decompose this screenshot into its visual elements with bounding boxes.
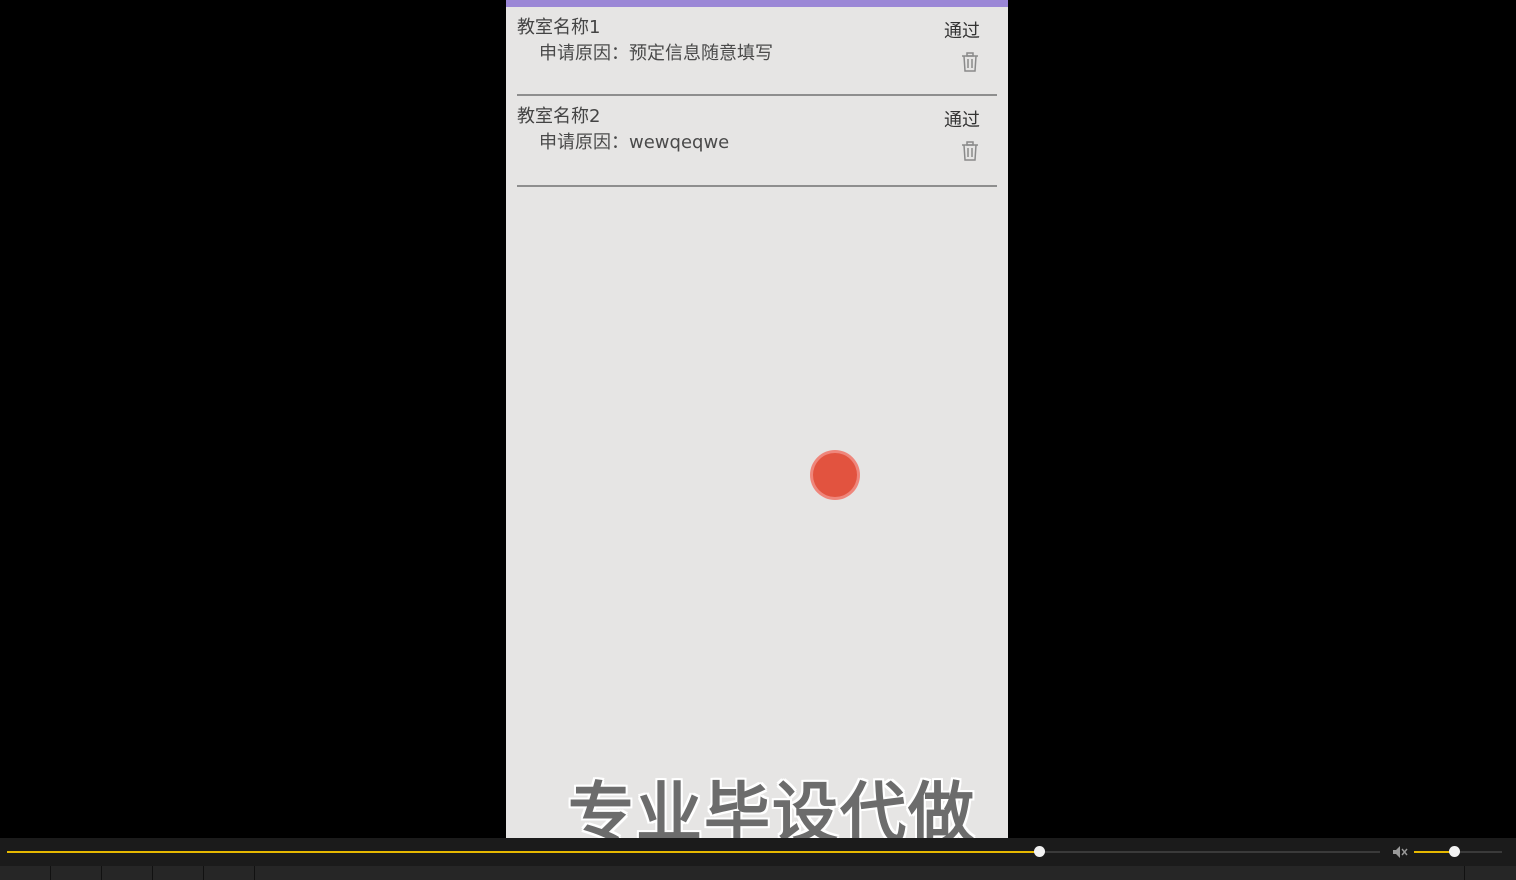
approve-button[interactable]: 通过 bbox=[944, 109, 980, 133]
player-controls bbox=[0, 838, 1516, 880]
speaker-mute-icon[interactable] bbox=[1392, 844, 1408, 858]
reservation-request-list: 教室名称1 申请原因：预定信息随意填写 通过 教室名称2 申请原因：wewqeq… bbox=[517, 7, 997, 187]
volume-slider[interactable] bbox=[1414, 846, 1502, 857]
app-screen: 教室名称1 申请原因：预定信息随意填写 通过 教室名称2 申请原因：wewqeq… bbox=[506, 0, 1008, 838]
toolbar-strip bbox=[0, 866, 1516, 880]
trash-icon[interactable] bbox=[961, 51, 979, 73]
room-name: 教室名称2 bbox=[517, 106, 601, 127]
touch-indicator bbox=[813, 453, 857, 497]
progress-handle[interactable] bbox=[1034, 846, 1046, 857]
progress-bar[interactable] bbox=[7, 846, 1380, 857]
volume-handle[interactable] bbox=[1448, 846, 1460, 857]
list-item: 教室名称1 申请原因：预定信息随意填写 通过 bbox=[517, 7, 997, 96]
room-name: 教室名称1 bbox=[517, 17, 601, 38]
list-item: 教室名称2 申请原因：wewqeqwe 通过 bbox=[517, 96, 997, 187]
toolbar-slot[interactable] bbox=[153, 866, 204, 880]
toolbar-slot[interactable] bbox=[51, 866, 102, 880]
request-reason: 申请原因：wewqeqwe bbox=[539, 132, 730, 153]
watermark-text: 专业毕设代做 bbox=[568, 775, 976, 838]
app-header-bar bbox=[506, 0, 1008, 7]
toolbar-slot[interactable] bbox=[0, 866, 51, 880]
toolbar-slot[interactable] bbox=[1465, 866, 1516, 880]
toolbar-spacer bbox=[255, 866, 1465, 880]
progress-fill bbox=[7, 851, 1040, 853]
approve-button[interactable]: 通过 bbox=[944, 20, 980, 44]
trash-icon[interactable] bbox=[961, 140, 979, 162]
video-player-viewport: 教室名称1 申请原因：预定信息随意填写 通过 教室名称2 申请原因：wewqeq… bbox=[0, 0, 1516, 880]
toolbar-slot[interactable] bbox=[204, 866, 255, 880]
request-reason: 申请原因：预定信息随意填写 bbox=[539, 43, 773, 64]
toolbar-slot[interactable] bbox=[102, 866, 153, 880]
volume-fill bbox=[1414, 851, 1454, 853]
